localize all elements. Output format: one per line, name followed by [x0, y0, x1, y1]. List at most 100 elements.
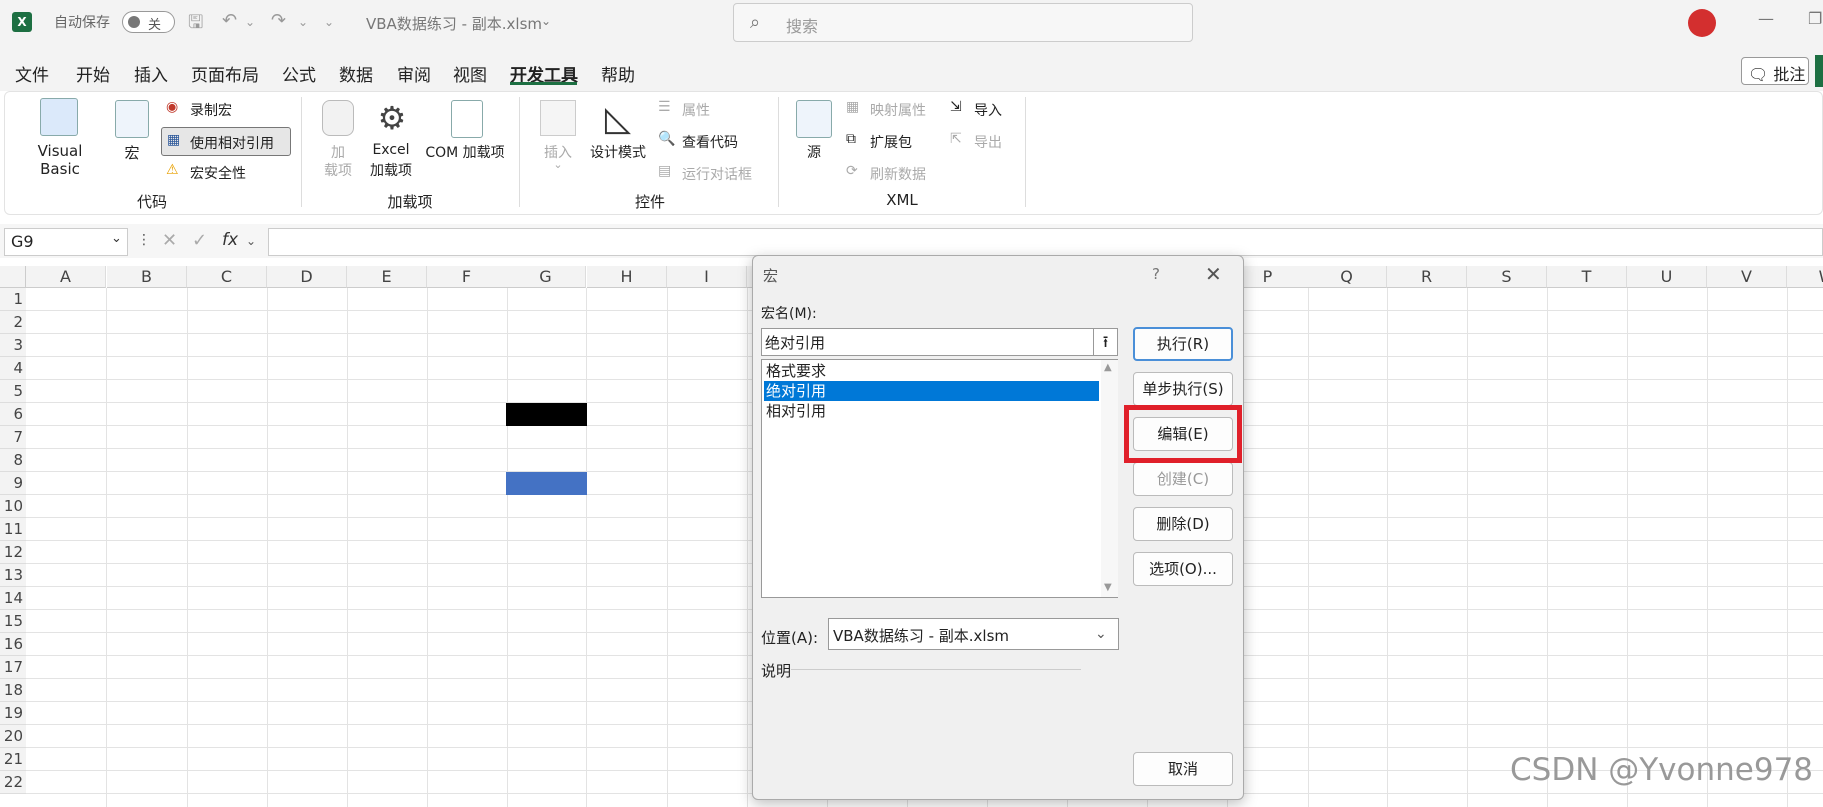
- design-mode-button[interactable]: ◺ 设计模式: [586, 100, 650, 162]
- insert-control-button[interactable]: 插入 ⌄: [536, 100, 580, 180]
- step-into-button[interactable]: 单步执行(S): [1133, 372, 1233, 406]
- share-button[interactable]: [1815, 55, 1823, 87]
- redo-icon[interactable]: ↷: [271, 10, 286, 31]
- row-header[interactable]: 5: [0, 380, 26, 403]
- view-code-button[interactable]: 🔍 查看代码: [658, 131, 758, 153]
- row-header[interactable]: 3: [0, 334, 26, 357]
- tab-formulas[interactable]: 公式: [282, 61, 316, 86]
- use-relative-references-button[interactable]: ▦ 使用相对引用: [161, 127, 291, 156]
- cancel-button[interactable]: 取消: [1133, 752, 1233, 786]
- restore-icon[interactable]: ❐: [1808, 9, 1822, 28]
- row-header[interactable]: 2: [0, 311, 26, 334]
- chevron-down-icon[interactable]: ⌄: [246, 234, 256, 248]
- tab-page-layout[interactable]: 页面布局: [191, 61, 259, 86]
- name-box[interactable]: G9 ⌄: [4, 228, 128, 256]
- create-button[interactable]: 创建(C): [1133, 462, 1233, 496]
- addins-button[interactable]: 加 载项: [318, 100, 358, 180]
- macros-button[interactable]: 宏: [112, 100, 152, 162]
- row-header[interactable]: 19: [0, 702, 26, 725]
- search-input[interactable]: ⌕ 搜索: [733, 3, 1193, 42]
- record-macro-button[interactable]: ◉ 录制宏: [166, 99, 276, 121]
- row-header[interactable]: 22: [0, 771, 26, 794]
- xml-export-button[interactable]: ⇱ 导出: [950, 131, 1020, 153]
- chevron-down-icon[interactable]: ⌄: [111, 231, 122, 246]
- row-header[interactable]: 13: [0, 564, 26, 587]
- document-title[interactable]: VBA数据练习 - 副本.xlsm: [366, 13, 542, 34]
- visual-basic-button[interactable]: Visual Basic: [20, 98, 98, 178]
- undo-dropdown-icon[interactable]: ⌄: [245, 15, 255, 29]
- refresh-data-button[interactable]: ⟳ 刷新数据: [846, 163, 946, 185]
- com-addins-button[interactable]: COM 加载项: [421, 100, 509, 162]
- row-header[interactable]: 16: [0, 633, 26, 656]
- list-item[interactable]: 格式要求: [764, 361, 1099, 381]
- redo-dropdown-icon[interactable]: ⌄: [298, 15, 308, 29]
- macro-name-input[interactable]: 绝对引用: [761, 328, 1094, 356]
- run-button[interactable]: 执行(R): [1133, 327, 1233, 361]
- column-header[interactable]: G: [506, 266, 586, 288]
- column-header[interactable]: E: [347, 266, 427, 288]
- run-dialog-button[interactable]: ▤ 运行对话框: [658, 163, 768, 185]
- collapse-dialog-icon[interactable]: ⭱: [1093, 328, 1118, 356]
- tab-file[interactable]: 文件: [15, 61, 49, 86]
- scroll-down-icon[interactable]: ▼: [1104, 582, 1112, 593]
- tab-help[interactable]: 帮助: [601, 61, 635, 86]
- scroll-up-icon[interactable]: ▲: [1104, 362, 1112, 373]
- help-icon[interactable]: ?: [1152, 265, 1160, 283]
- column-header[interactable]: S: [1467, 266, 1547, 288]
- save-icon[interactable]: 🖫: [188, 10, 203, 40]
- location-select[interactable]: VBA数据练习 - 副本.xlsm ⌄: [828, 618, 1119, 650]
- xml-source-button[interactable]: 源: [794, 100, 834, 162]
- column-header[interactable]: C: [187, 266, 267, 288]
- avatar[interactable]: [1688, 9, 1716, 37]
- xml-import-button[interactable]: ⇲ 导入: [950, 99, 1020, 121]
- row-header[interactable]: 6: [0, 403, 26, 426]
- row-header[interactable]: 15: [0, 610, 26, 633]
- title-dropdown-icon[interactable]: ⌄: [541, 14, 551, 28]
- row-header[interactable]: 9: [0, 472, 26, 495]
- column-header[interactable]: I: [667, 266, 747, 288]
- column-header[interactable]: R: [1387, 266, 1467, 288]
- row-header[interactable]: 12: [0, 541, 26, 564]
- insert-function-icon[interactable]: fx: [222, 230, 238, 250]
- delete-button[interactable]: 删除(D): [1133, 507, 1233, 541]
- properties-button[interactable]: ☰ 属性: [658, 99, 748, 121]
- row-header[interactable]: 10: [0, 495, 26, 518]
- column-header[interactable]: B: [107, 266, 187, 288]
- row-header[interactable]: 11: [0, 518, 26, 541]
- row-header[interactable]: 21: [0, 748, 26, 771]
- close-icon[interactable]: ✕: [1205, 262, 1222, 286]
- select-all-corner[interactable]: [0, 266, 26, 288]
- macro-list[interactable]: 格式要求 绝对引用 相对引用 ▲ ▼: [761, 359, 1118, 598]
- more-icon[interactable]: ⋮: [137, 232, 151, 248]
- map-properties-button[interactable]: ▦ 映射属性: [846, 99, 956, 121]
- minimize-icon[interactable]: —: [1758, 9, 1774, 28]
- tab-view[interactable]: 视图: [453, 61, 487, 86]
- column-header[interactable]: U: [1627, 266, 1707, 288]
- cell-g9-filled-blue[interactable]: [506, 472, 587, 495]
- formula-input[interactable]: [268, 228, 1823, 256]
- column-header[interactable]: D: [267, 266, 347, 288]
- column-header[interactable]: T: [1547, 266, 1627, 288]
- column-header[interactable]: H: [587, 266, 667, 288]
- column-header[interactable]: A: [26, 266, 106, 288]
- undo-icon[interactable]: ↶: [222, 10, 237, 31]
- row-header[interactable]: 20: [0, 725, 26, 748]
- row-header[interactable]: 18: [0, 679, 26, 702]
- row-header[interactable]: 14: [0, 587, 26, 610]
- row-header[interactable]: 17: [0, 656, 26, 679]
- row-header[interactable]: 7: [0, 426, 26, 449]
- cell-g6-filled-black[interactable]: [506, 403, 587, 426]
- row-header[interactable]: 1: [0, 288, 26, 311]
- excel-addins-button[interactable]: ⚙ Excel 加载项: [368, 100, 414, 180]
- comments-button[interactable]: 🗨 批注: [1741, 57, 1809, 85]
- customize-toolbar-icon[interactable]: ⌄: [324, 15, 334, 29]
- list-item-selected[interactable]: 绝对引用: [764, 381, 1099, 401]
- column-header[interactable]: V: [1707, 266, 1787, 288]
- options-button[interactable]: 选项(O)...: [1133, 552, 1233, 586]
- expansion-packs-button[interactable]: ⧉ 扩展包: [846, 131, 946, 153]
- column-header[interactable]: Q: [1307, 266, 1387, 288]
- macro-security-button[interactable]: ⚠ 宏安全性: [166, 162, 276, 184]
- column-header[interactable]: F: [427, 266, 507, 288]
- row-header[interactable]: 8: [0, 449, 26, 472]
- autosave-toggle[interactable]: 关: [122, 11, 175, 33]
